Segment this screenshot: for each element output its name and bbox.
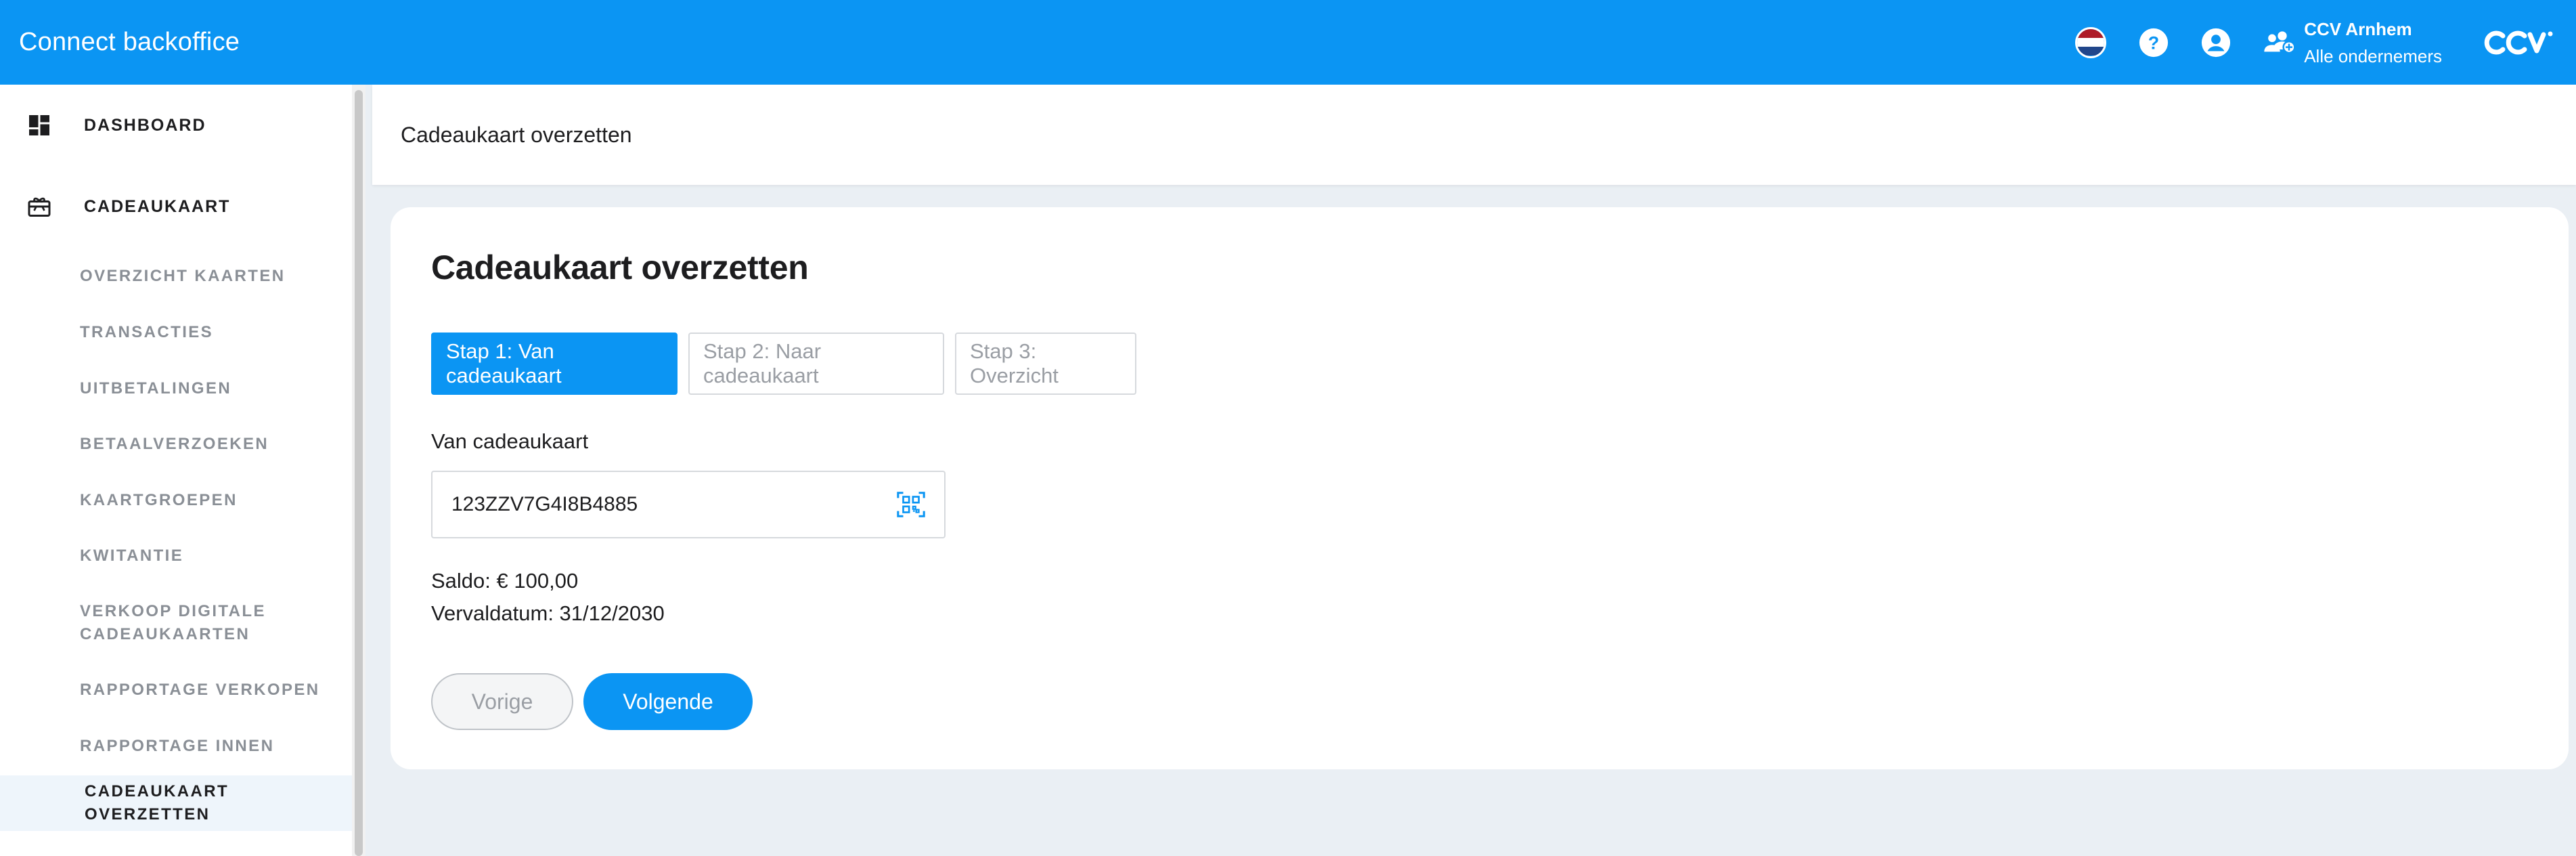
from-card-input[interactable]: 123ZZV7G4I8B4885 <box>431 471 946 538</box>
sidebar-item-cadeaukaart-overzetten[interactable]: CADEAUKAART OVERZETTEN <box>0 775 352 831</box>
ccv-logo[interactable] <box>2483 28 2557 58</box>
users-icon <box>2264 30 2296 53</box>
breadcrumb-current: Cadeaukaart overzetten <box>401 122 632 147</box>
svg-text:?: ? <box>2148 33 2159 53</box>
nl-flag-icon[interactable] <box>2075 26 2107 58</box>
sidebar-scrollbar-thumb[interactable] <box>355 90 363 856</box>
sidebar-item-label: CADEAUKAART <box>84 196 231 216</box>
sidebar-item-label: BETAALVERZOEKEN <box>80 435 269 453</box>
sidebar-item-label: RAPPORTAGE INNEN <box>80 737 275 755</box>
sidebar-item-cadeaukaart[interactable]: CADEAUKAART <box>0 166 352 247</box>
step-3-tab[interactable]: Stap 3: Overzicht <box>955 333 1136 395</box>
sidebar-item-kwitantie[interactable]: KWITANTIE <box>0 539 352 573</box>
sidebar-item-rapportage-verkopen[interactable]: RAPPORTAGE VERKOPEN <box>0 673 352 707</box>
sidebar-item-label: KAARTGROEPEN <box>80 491 238 509</box>
sidebar-item-label: OVERZICHT KAARTEN <box>80 267 286 285</box>
sidebar-item-label: CADEAUKAART OVERZETTEN <box>85 782 229 823</box>
top-bar: Connect backoffice ? CCV Arnhem Alle ond… <box>0 0 2576 85</box>
balance-text: Saldo: € 100,00 <box>431 569 579 593</box>
stepper: Stap 1: Van cadeaukaart Stap 2: Naar cad… <box>431 333 1147 395</box>
sidebar-item-label: KWITANTIE <box>80 547 184 565</box>
transfer-card: Cadeaukaart overzetten Stap 1: Van cadea… <box>391 207 2569 769</box>
step-1-tab[interactable]: Stap 1: Van cadeaukaart <box>431 333 678 395</box>
sidebar-item-label: VERKOOP DIGITALE CADEAUKAARTEN <box>80 602 266 643</box>
merchant-scope: Alle ondernemers <box>2304 45 2442 66</box>
sidebar-item-overzicht-kaarten[interactable]: OVERZICHT KAARTEN <box>0 259 352 293</box>
sidebar-item-rapportage-innen[interactable]: RAPPORTAGE INNEN <box>0 729 352 763</box>
next-button[interactable]: Volgende <box>583 673 753 730</box>
merchant-name: CCV Arnhem <box>2304 18 2412 39</box>
sidebar-item-transacties[interactable]: TRANSACTIES <box>0 316 352 349</box>
previous-button[interactable]: Vorige <box>431 673 573 730</box>
sidebar-item-verkoop-digitale-cadeaukaarten[interactable]: VERKOOP DIGITALE CADEAUKAARTEN <box>0 596 352 650</box>
sidebar: DASHBOARD CADEAUKAART OVERZICHT KAARTEN … <box>0 85 365 856</box>
sidebar-nav: DASHBOARD CADEAUKAART OVERZICHT KAARTEN … <box>0 85 352 856</box>
sidebar-item-betaalverzoeken[interactable]: BETAALVERZOEKEN <box>0 427 352 461</box>
giftcard-icon <box>28 197 51 217</box>
sidebar-item-label: RAPPORTAGE VERKOPEN <box>80 681 320 699</box>
qr-scan-icon[interactable] <box>895 489 927 520</box>
sidebar-item-dashboard[interactable]: DASHBOARD <box>0 85 352 166</box>
sidebar-item-label: UITBETALINGEN <box>80 379 232 398</box>
account-icon[interactable] <box>2200 26 2232 59</box>
breadcrumb: Cadeaukaart overzetten <box>372 85 2576 185</box>
sidebar-item-label: DASHBOARD <box>84 115 206 135</box>
help-icon[interactable]: ? <box>2137 26 2170 59</box>
app-title[interactable]: Connect backoffice <box>19 28 240 57</box>
expiry-text: Vervaldatum: 31/12/2030 <box>431 601 665 625</box>
page-title: Cadeaukaart overzetten <box>431 249 809 286</box>
sidebar-item-kaartgroepen[interactable]: KAARTGROEPEN <box>0 484 352 517</box>
sidebar-item-label: TRANSACTIES <box>80 323 214 341</box>
merchant-switcher[interactable]: CCV Arnhem Alle ondernemers <box>2262 16 2442 70</box>
top-bar-actions: ? CCV Arnhem Alle ondernemers <box>2075 0 2557 85</box>
sidebar-item-uitbetalingen[interactable]: UITBETALINGEN <box>0 372 352 406</box>
from-card-label: Van cadeaukaart <box>431 429 589 453</box>
dashboard-icon <box>29 115 49 135</box>
step-2-tab[interactable]: Stap 2: Naar cadeaukaart <box>688 333 944 395</box>
from-card-value: 123ZZV7G4I8B4885 <box>451 493 638 515</box>
